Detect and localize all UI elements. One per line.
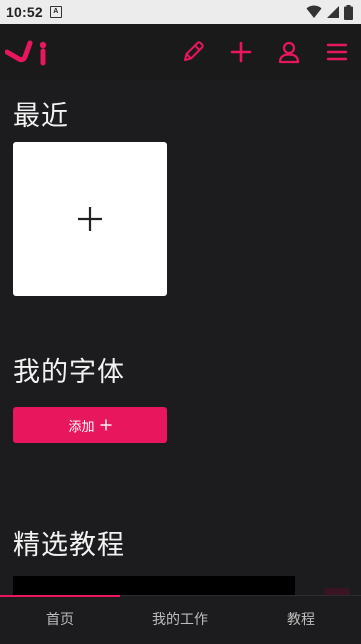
nav-item-my-work[interactable]: 我的工作 [120,596,240,642]
add-font-button[interactable]: 添加 [13,407,167,443]
notification-icon: A [49,6,62,18]
user-icon[interactable] [276,39,302,65]
nav-item-home[interactable]: 首页 [0,596,120,642]
wifi-icon [306,5,322,18]
add-font-label: 添加 [68,419,95,435]
pencil-icon[interactable] [180,39,206,65]
status-bar-right [306,4,353,20]
plus-icon[interactable] [228,39,254,65]
add-icon [78,207,102,231]
battery-icon [344,4,353,20]
new-recent-card[interactable] [13,142,167,296]
my-fonts-title: 我的字体 [13,357,125,388]
status-bar: 10:52 A [0,0,361,24]
menu-icon[interactable] [324,39,350,65]
nav-item-tutorials[interactable]: 教程 [241,596,361,642]
recent-title: 最近 [13,101,69,132]
status-bar-left: 10:52 A [6,4,62,20]
status-time: 10:52 [6,4,43,20]
top-app-bar [0,24,361,80]
signal-icon [327,6,339,18]
ji-logo-icon[interactable] [5,40,49,66]
plus-small-icon [100,419,111,431]
bottom-navigation: 首页 我的工作 教程 [0,595,361,644]
tutorials-title: 精选教程 [13,530,125,561]
